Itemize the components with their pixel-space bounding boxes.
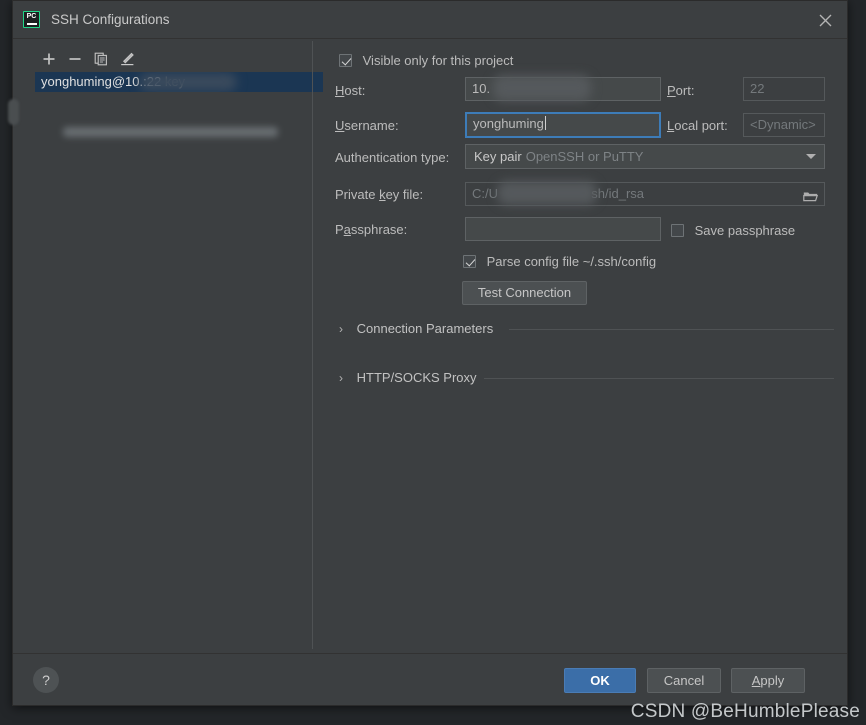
auth-type-hint: OpenSSH or PuTTY	[525, 149, 644, 164]
visible-only-label: Visible only for this project	[362, 53, 514, 68]
redaction-blur	[139, 73, 237, 91]
dialog-title: SSH Configurations	[51, 12, 170, 27]
auth-type-label-a: Authentication	[335, 150, 422, 165]
local-port-input[interactable]: <Dynamic>	[743, 113, 825, 137]
checkbox-box	[671, 224, 684, 237]
auth-type-select[interactable]: Key pair OpenSSH or PuTTY	[465, 144, 825, 169]
pycharm-icon: PC	[23, 11, 40, 28]
port-label-rest: ort:	[675, 83, 695, 98]
redaction-blur	[497, 181, 597, 205]
save-passphrase-label: Save passphrase	[694, 223, 796, 238]
dialog-footer: ? OK Cancel Apply	[13, 653, 847, 705]
private-key-label: Private key file:	[335, 187, 423, 202]
help-label: ?	[42, 672, 50, 688]
private-key-value-end: sh/id_rsa	[591, 186, 644, 201]
private-key-label-a: Private	[335, 187, 380, 202]
username-input[interactable]: yonghuming	[465, 112, 661, 138]
parse-config-checkbox[interactable]: Parse config file ~/.ssh/config	[463, 254, 656, 269]
chevron-right-icon: ›	[339, 322, 343, 336]
visible-only-checkbox[interactable]: Visible only for this project	[339, 53, 513, 68]
help-icon[interactable]: ?	[33, 667, 59, 693]
passphrase-input[interactable]	[465, 217, 661, 241]
apply-label-rest: pply	[760, 673, 785, 688]
chevron-right-icon: ›	[339, 371, 343, 385]
username-label-rest: sername:	[344, 118, 399, 133]
private-key-value-start: C:/U	[472, 186, 498, 201]
auth-type-value: Key pair	[474, 149, 522, 164]
passphrase-label: Passphrase:	[335, 222, 407, 237]
minus-icon[interactable]	[63, 47, 87, 71]
section-title: Connection Parameters	[356, 321, 494, 336]
section-connection-parameters[interactable]: › Connection Parameters	[339, 321, 834, 337]
section-http-socks-proxy[interactable]: › HTTP/SOCKS Proxy	[339, 370, 834, 386]
scrollbar-nub[interactable]	[8, 99, 19, 125]
redaction-blur	[493, 75, 591, 101]
copy-icon[interactable]	[89, 47, 113, 71]
close-icon[interactable]	[813, 9, 837, 31]
list-item[interactable]: yonghuming@10.:22 key	[35, 72, 323, 92]
chevron-down-icon	[806, 154, 816, 159]
checkbox-box	[463, 255, 476, 268]
section-title: HTTP/SOCKS Proxy	[356, 370, 477, 385]
section-divider	[484, 378, 834, 379]
local-port-value: <Dynamic>	[750, 117, 816, 132]
pencil-icon[interactable]	[115, 47, 139, 71]
auth-type-label-c: ype:	[424, 150, 450, 165]
pycharm-icon-text: PC	[26, 13, 37, 20]
host-value: 10.	[472, 81, 491, 96]
username-value: yonghuming	[473, 116, 544, 131]
folder-icon[interactable]	[803, 188, 819, 202]
username-label: Username:	[335, 118, 399, 133]
save-passphrase-checkbox[interactable]: Save passphrase	[671, 223, 795, 238]
cancel-label: Cancel	[663, 673, 705, 688]
redaction-blur	[63, 127, 278, 137]
port-value: 22	[750, 81, 765, 96]
cancel-button[interactable]: Cancel	[647, 668, 721, 693]
local-port-label-rest: ocal port:	[674, 118, 728, 133]
passphrase-label-b: ssphrase:	[350, 222, 408, 237]
watermark: CSDN @BeHumblePlease	[630, 701, 860, 722]
list-toolbar	[35, 47, 175, 71]
passphrase-label-a: P	[335, 222, 344, 237]
ok-label: OK	[590, 673, 610, 688]
local-port-label: Local port:	[667, 118, 728, 133]
configurations-list-panel: yonghuming@10.:22 key	[8, 39, 323, 655]
port-label: Port:	[667, 83, 695, 98]
host-label-rest: ost:	[344, 83, 366, 98]
host-label: Host:	[335, 83, 366, 98]
auth-type-label: Authentication type:	[335, 150, 449, 165]
dialog-titlebar: PC SSH Configurations	[13, 1, 847, 39]
test-connection-label: Test Connection	[477, 285, 572, 300]
ssh-configurations-dialog: PC SSH Configurations yonghuming@10. Vis…	[8, 0, 848, 706]
configurations-list[interactable]: yonghuming@10.:22 key	[35, 72, 323, 137]
checkbox-box	[339, 54, 352, 67]
ssh-config-form: Visible only for this project Host: 10. …	[313, 39, 847, 655]
dialog-content: yonghuming@10.:22 key Visible only for t…	[8, 39, 847, 655]
section-divider	[509, 329, 834, 330]
private-key-label-b: ey file:	[385, 187, 424, 202]
parse-config-label: Parse config file ~/.ssh/config	[486, 254, 657, 269]
plus-icon[interactable]	[37, 47, 61, 71]
passphrase-label-mn: a	[343, 222, 351, 237]
list-item-host: yonghuming@10.	[41, 74, 144, 89]
apply-button[interactable]: Apply	[731, 668, 805, 693]
test-connection-button[interactable]: Test Connection	[462, 281, 587, 305]
port-input[interactable]: 22	[743, 77, 825, 101]
pycharm-icon-bar	[26, 22, 37, 25]
ok-button[interactable]: OK	[564, 668, 636, 693]
text-caret	[544, 116, 546, 130]
